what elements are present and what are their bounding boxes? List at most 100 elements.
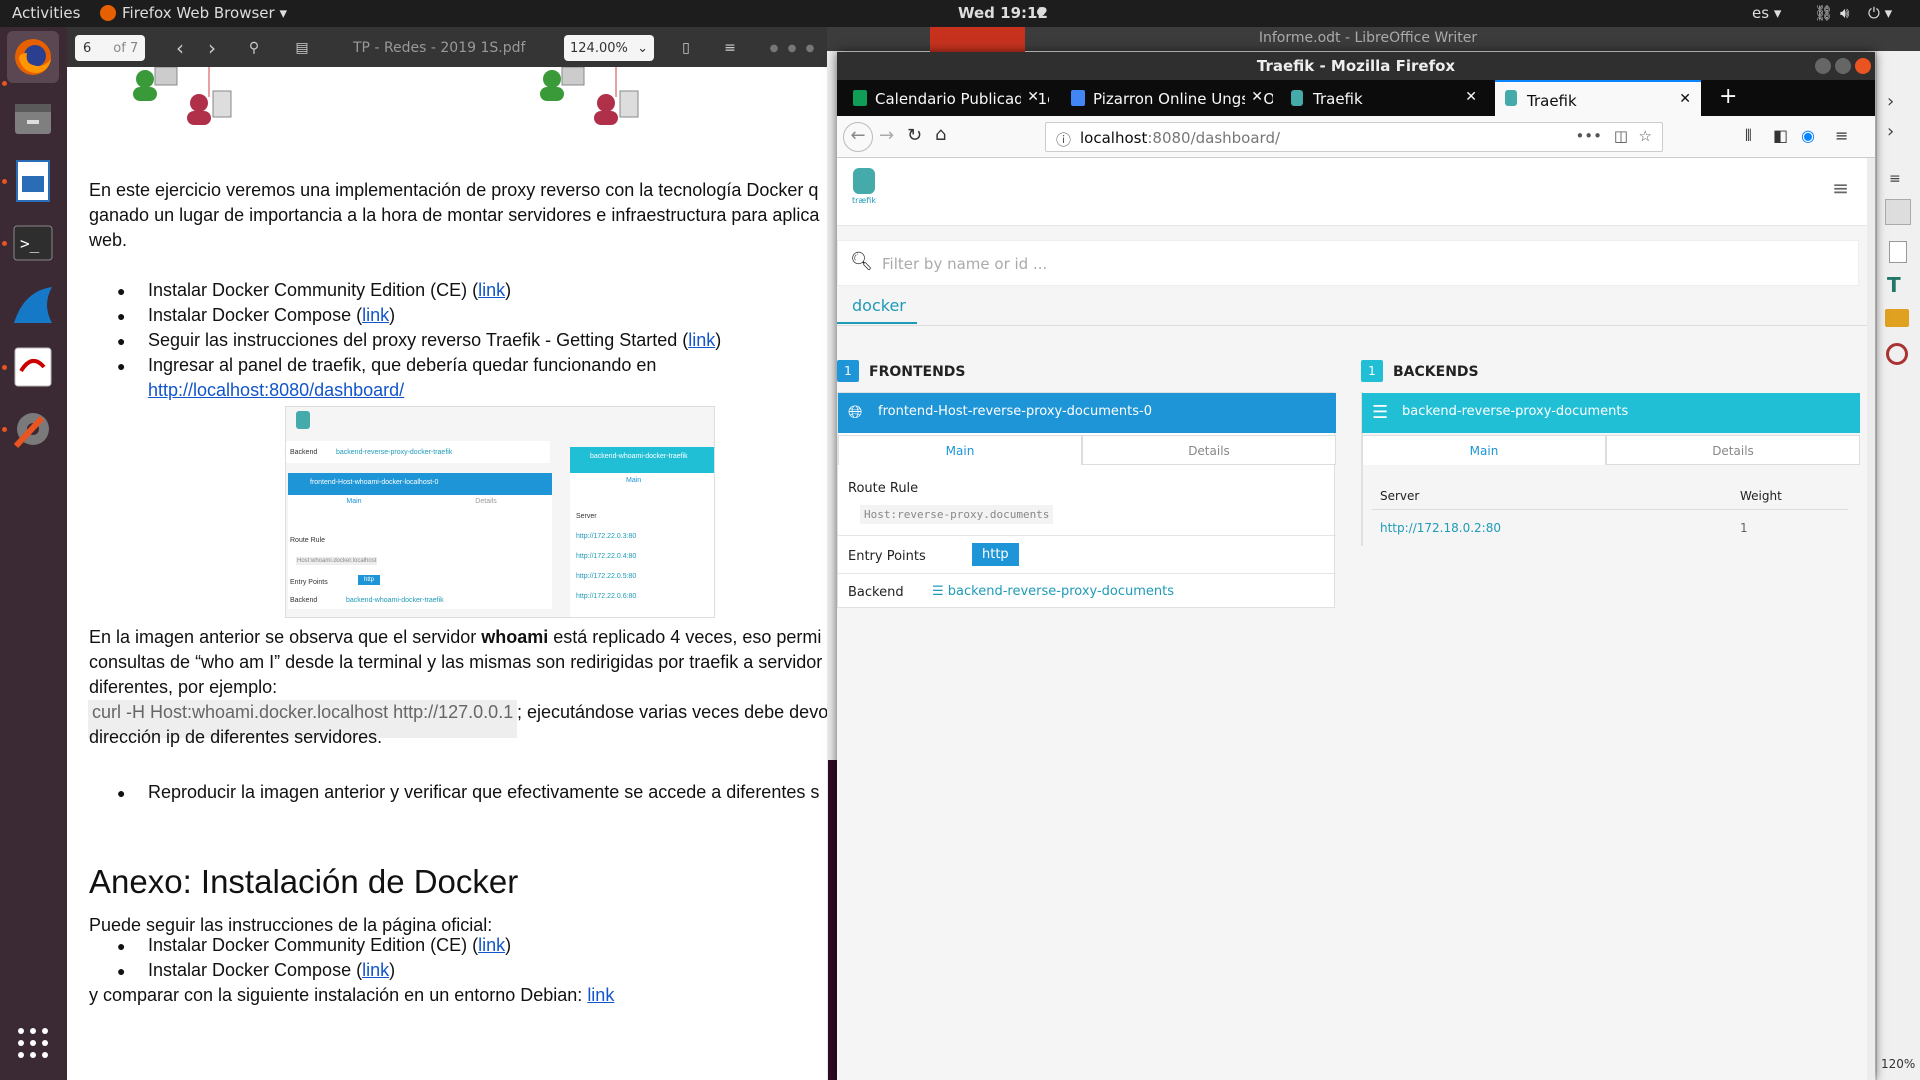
volume-icon[interactable]: 🔊︎ <box>1840 4 1849 22</box>
network-icon[interactable]: ⛓ <box>1814 4 1833 22</box>
gallery-icon[interactable] <box>1885 309 1909 327</box>
zoom-level[interactable]: 120% <box>1881 1057 1915 1071</box>
backend-tab-main[interactable]: Main <box>1362 435 1606 465</box>
tab-label: Traefik <box>1313 90 1363 108</box>
search-box[interactable]: 🔍︎ Filter by name or id ... <box>837 240 1859 286</box>
power-icon[interactable]: ⏻ ▾ <box>1868 4 1892 22</box>
menu-icon[interactable]: ≡ <box>717 35 743 61</box>
dashboard-url-link[interactable]: http://localhost:8080/dashboard/ <box>148 378 404 403</box>
paragraph-2-line-2: consultas de “who am I” desde la termina… <box>89 652 823 672</box>
new-tab-button[interactable]: + <box>1709 80 1745 116</box>
reload-button[interactable]: ↻ <box>907 125 922 146</box>
minimize-icon[interactable]: ● <box>765 35 783 61</box>
tab-traefik-2[interactable]: Traefik ✕ <box>1495 80 1701 116</box>
clock[interactable]: Wed 19:12 <box>958 4 1048 22</box>
backend-label: Backend <box>848 585 904 600</box>
close-tab-icon[interactable]: ✕ <box>1465 89 1477 105</box>
sidebar-arrow2-icon[interactable]: › <box>1887 121 1894 142</box>
library-icon[interactable]: ⫴ <box>1745 126 1752 146</box>
home-button[interactable]: ⌂ <box>935 124 946 145</box>
traefik-getting-started-link[interactable]: link <box>688 330 715 350</box>
search-icon[interactable]: ⚲ <box>241 35 267 61</box>
close-icon[interactable] <box>1855 58 1871 74</box>
tab-docker[interactable]: docker <box>837 292 917 324</box>
install-ce-link[interactable]: link <box>478 280 505 300</box>
backends-heading: BACKENDS <box>1393 364 1479 380</box>
sidebar-toggle-icon[interactable]: ▯ <box>673 35 699 61</box>
thumb-server-2: http://172.22.0.4:80 <box>576 553 637 560</box>
tab-traefik-1[interactable]: Traefik ✕ <box>1281 80 1487 116</box>
app-menu[interactable]: Firefox Web Browser ▾ <box>122 4 287 22</box>
dock-writer[interactable] <box>7 155 59 207</box>
thumb-entry: Entry Points <box>290 579 328 586</box>
page-actions-icon[interactable]: ••• <box>1575 127 1602 145</box>
page-number-input[interactable]: 6 <box>83 41 91 56</box>
prev-page-button[interactable]: ‹ <box>167 35 193 61</box>
dock-terminal[interactable]: >_ <box>7 217 59 269</box>
frontend-name: frontend-Host-reverse-proxy-documents-0 <box>878 404 1152 419</box>
navigator-icon[interactable] <box>1886 343 1908 365</box>
activities-button[interactable]: Activities <box>12 4 80 22</box>
firefox-icon <box>15 39 51 75</box>
thumb-backend2-link: backend-whoami-docker-traefik <box>346 597 444 604</box>
paragraph-2-line-1: En la imagen anterior se observa que el … <box>89 627 822 647</box>
maximize-icon[interactable] <box>1835 58 1851 74</box>
sidebar-icon[interactable]: ◧ <box>1773 126 1788 145</box>
dock-files[interactable] <box>7 93 59 145</box>
annex-compose-link[interactable]: link <box>362 960 389 980</box>
dock-settings[interactable] <box>7 403 59 455</box>
terminal-icon: >_ <box>13 225 53 261</box>
frontend-tab-main[interactable]: Main <box>838 435 1082 465</box>
info-icon[interactable]: ⓘ <box>1056 129 1071 150</box>
url-path: :8080/dashboard/ <box>1147 129 1281 147</box>
minimize-icon[interactable] <box>1815 58 1831 74</box>
dock-wireshark[interactable] <box>7 279 59 331</box>
dock-firefox[interactable] <box>7 31 59 83</box>
libreoffice-red-tab <box>930 27 1025 55</box>
install-compose-link[interactable]: link <box>362 305 389 325</box>
zoom-select[interactable]: 124.00% ⌄ <box>564 35 654 61</box>
show-apps-button[interactable] <box>7 1017 59 1069</box>
url-bar[interactable]: ⓘ localhost:8080/dashboard/ ••• ◫ ☆ <box>1045 122 1663 152</box>
close-tab-icon[interactable]: ✕ <box>1679 91 1691 107</box>
bookmark-star-icon[interactable]: ☆ <box>1639 127 1652 145</box>
next-page-button[interactable]: › <box>199 35 225 61</box>
tab-calendario[interactable]: Calendario Publicado 1e ✕ <box>843 80 1049 116</box>
sidebar-more-icon[interactable]: ≡ <box>1889 171 1901 187</box>
thumb-backend-link: backend-reverse-proxy-docker-traefik <box>336 449 453 456</box>
firefox-small-icon <box>100 5 116 21</box>
dock-evince[interactable] <box>7 341 59 393</box>
hamburger-menu-icon[interactable]: ≡ <box>1835 126 1848 145</box>
page-icon[interactable] <box>1889 241 1907 263</box>
window-title: Traefik - Mozilla Firefox <box>1256 57 1456 75</box>
close-icon[interactable]: ● <box>801 35 819 61</box>
language-indicator[interactable]: es ▾ <box>1752 4 1781 22</box>
traefik-logo-text: træfik <box>852 196 876 205</box>
frontend-tab-details[interactable]: Details <box>1082 435 1336 465</box>
styles-icon[interactable]: T <box>1887 273 1901 297</box>
tab-pizarron[interactable]: Pizarron Online Ungs SO ✕ <box>1061 80 1273 116</box>
back-button[interactable]: ← <box>843 122 873 152</box>
forward-button[interactable]: → <box>879 125 894 146</box>
app-menu-label: Firefox Web Browser <box>122 4 275 22</box>
list-item: Instalar Docker Compose (link) <box>148 960 396 980</box>
debian-link[interactable]: link <box>587 985 614 1005</box>
backend-tab-details[interactable]: Details <box>1606 435 1860 465</box>
route-rule-label: Route Rule <box>848 481 919 496</box>
annex-ce-link[interactable]: link <box>478 935 505 955</box>
sidebar-arrow-icon[interactable]: › <box>1887 91 1894 112</box>
search-input[interactable]: Filter by name or id ... <box>882 255 1047 273</box>
properties-icon[interactable] <box>1885 199 1911 225</box>
account-icon[interactable]: ◉ <box>1801 126 1815 145</box>
backend-link[interactable]: ☰ backend-reverse-proxy-documents <box>932 584 1174 599</box>
paragraph-2-line-3: diferentes, por ejemplo: <box>89 677 278 697</box>
close-tab-icon[interactable]: ✕ <box>1245 89 1263 105</box>
pocket-icon[interactable]: ◫ <box>1614 127 1628 145</box>
annotations-icon[interactable]: ▤ <box>289 35 315 61</box>
maximize-icon[interactable]: ● <box>783 35 801 61</box>
close-tab-icon[interactable]: ✕ <box>1021 89 1039 105</box>
traefik-logo-icon <box>296 411 310 429</box>
menu-toggle-icon[interactable]: ≡ <box>1832 176 1849 200</box>
server-url[interactable]: http://172.18.0.2:80 <box>1380 521 1501 535</box>
page-scrollbar[interactable] <box>1867 158 1875 1080</box>
